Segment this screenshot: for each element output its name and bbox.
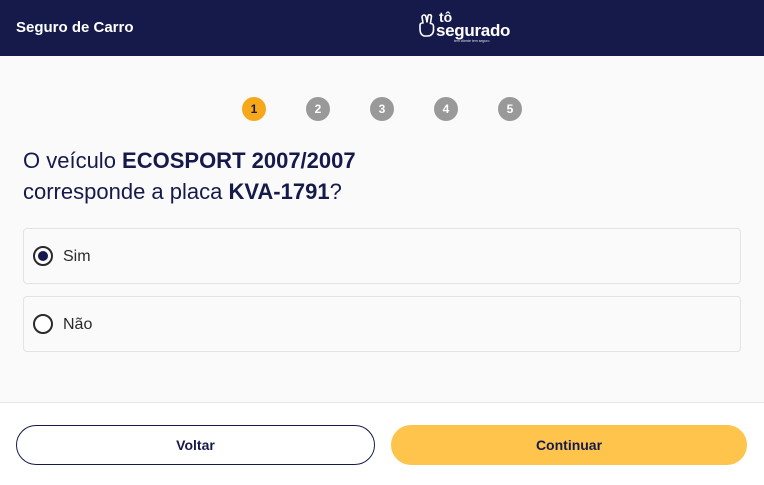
hand-peace-icon xyxy=(419,14,435,37)
license-plate: KVA-1791 xyxy=(228,179,330,204)
radio-selected-dot xyxy=(38,251,48,261)
vehicle-model: ECOSPORT 2007/2007 xyxy=(122,148,356,173)
step-1: 1 xyxy=(242,97,266,121)
progress-stepper: 1 2 3 4 5 xyxy=(0,97,764,121)
page-title: Seguro de Carro xyxy=(16,19,134,36)
option-sim[interactable]: Sim xyxy=(23,228,741,284)
radio-sim[interactable] xyxy=(33,246,53,266)
footer-actions: Voltar Continuar xyxy=(0,402,764,485)
option-label-sim: Sim xyxy=(63,248,91,265)
logo-tagline: tem cliente tem seguro xyxy=(454,39,490,43)
continue-button[interactable]: Continuar xyxy=(391,425,747,465)
app-header: Seguro de Carro tô segurado tem cliente … xyxy=(0,0,764,56)
step-3: 3 xyxy=(370,97,394,121)
step-2: 2 xyxy=(306,97,330,121)
question-suffix: ? xyxy=(329,179,342,204)
step-5: 5 xyxy=(498,97,522,121)
to-segurado-logo[interactable]: tô segurado tem cliente tem seguro xyxy=(418,10,520,46)
option-label-nao: Não xyxy=(63,316,93,333)
question-middle: corresponde a placa xyxy=(23,179,229,204)
question-prefix: O veículo xyxy=(23,148,123,173)
logo-word-segurado: segurado xyxy=(436,21,511,40)
option-nao[interactable]: Não xyxy=(23,296,741,352)
step-4: 4 xyxy=(434,97,458,121)
radio-nao[interactable] xyxy=(33,314,53,334)
question-heading: O veículo ECOSPORT 2007/2007 corresponde… xyxy=(23,145,723,207)
back-button[interactable]: Voltar xyxy=(16,425,375,465)
